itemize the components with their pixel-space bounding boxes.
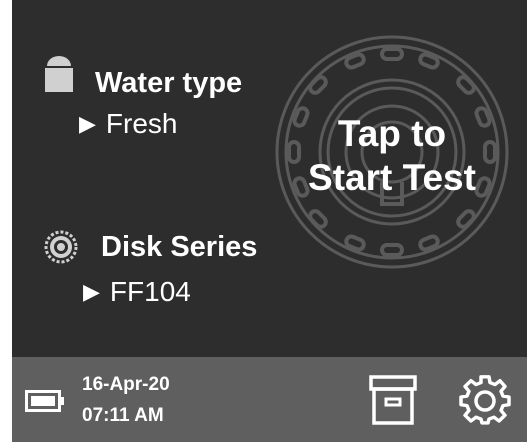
status-time: 07:11 AM [82, 405, 164, 426]
start-test-button[interactable]: Tap to Start Test [274, 34, 510, 270]
water-type-title: Water type [95, 67, 243, 99]
disk-series-value-label: FF104 [109, 276, 191, 307]
status-date: 16-Apr-20 [82, 374, 170, 395]
start-test-label: Tap to Start Test [274, 112, 510, 201]
arrow-right-icon: ▶ [83, 279, 100, 304]
arrow-right-icon: ▶ [79, 111, 96, 136]
gear-icon[interactable] [459, 375, 511, 432]
start-test-line1: Tap to [337, 113, 447, 154]
disk-series-value[interactable]: ▶ FF104 [83, 278, 191, 306]
device-screen: Water type ▶ Fresh Disk Series ▶ FF104 T… [12, 0, 527, 442]
battery-icon [25, 390, 65, 417]
start-test-line2: Start Test [308, 157, 476, 199]
main-panel: Water type ▶ Fresh Disk Series ▶ FF104 T… [12, 0, 527, 357]
disk-series-title: Disk Series [101, 231, 258, 263]
archive-icon[interactable] [369, 375, 417, 430]
disk-icon [44, 230, 78, 269]
status-bar: 16-Apr-20 07:11 AM [12, 357, 527, 442]
water-type-value-label: Fresh [105, 108, 178, 139]
water-bucket-icon [42, 53, 76, 98]
water-type-value[interactable]: ▶ Fresh [79, 110, 178, 138]
